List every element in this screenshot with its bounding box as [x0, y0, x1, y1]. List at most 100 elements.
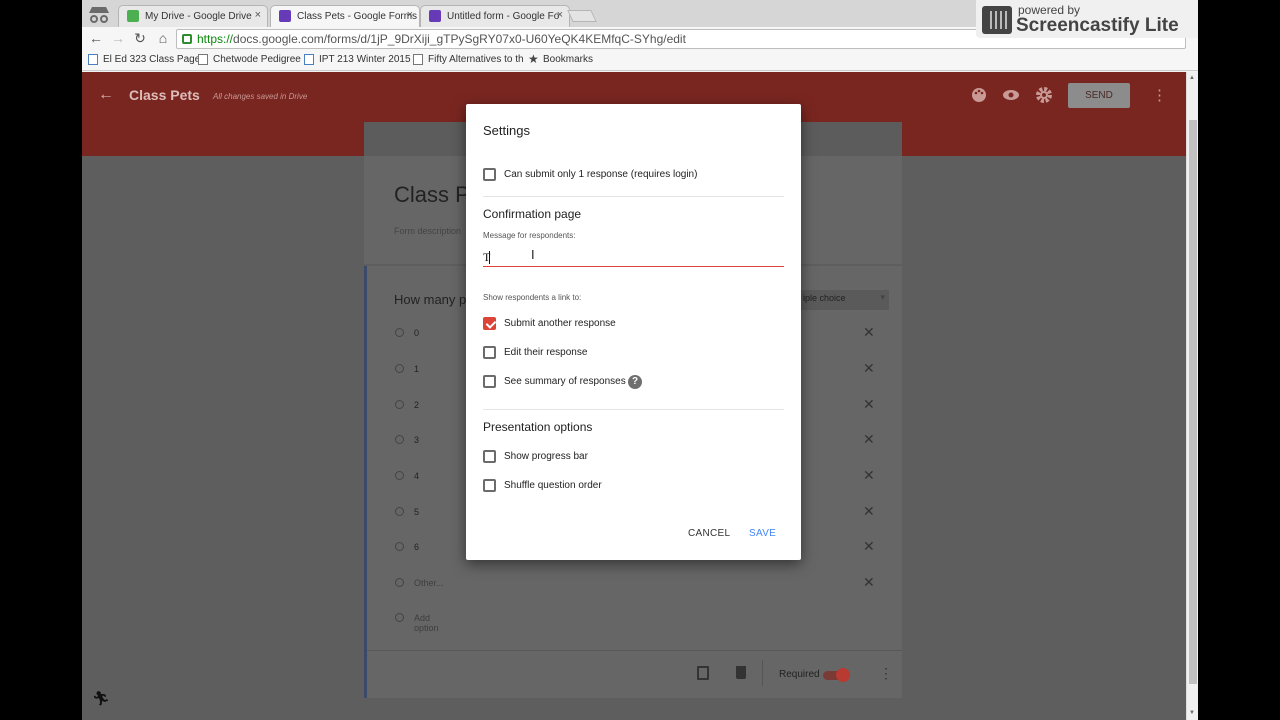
link-options-label: Show respondents a link to:: [483, 293, 582, 302]
dialog-title: Settings: [483, 123, 530, 138]
tab-my-drive[interactable]: My Drive - Google Drive ×: [118, 5, 268, 27]
close-tab-icon[interactable]: ×: [407, 9, 413, 21]
back-arrow-icon[interactable]: ←: [98, 86, 114, 104]
question-title[interactable]: How many p: [394, 292, 466, 307]
remove-option-icon[interactable]: ✕: [863, 574, 875, 591]
divider: [483, 409, 784, 410]
radio-icon: [395, 542, 404, 551]
close-tab-icon[interactable]: ×: [557, 9, 563, 21]
more-options-icon[interactable]: ⋮: [879, 665, 893, 682]
option-label[interactable]: 2: [414, 400, 419, 410]
bookmarks-bar: El Ed 323 Class Page Chetwode Pedigree I…: [82, 51, 1198, 71]
bookmark-el-ed-323[interactable]: El Ed 323 Class Page: [88, 54, 200, 65]
duplicate-icon[interactable]: [697, 666, 709, 680]
settings-dialog: Settings Can submit only 1 response (req…: [466, 104, 801, 560]
palette-icon[interactable]: [970, 86, 988, 104]
limit-one-response-checkbox[interactable]: [483, 168, 496, 181]
send-button[interactable]: SEND: [1068, 83, 1130, 108]
film-icon: [982, 6, 1012, 34]
shuffle-order-checkbox[interactable]: [483, 479, 496, 492]
progress-bar-checkbox[interactable]: [483, 450, 496, 463]
page-icon: [88, 54, 98, 65]
divider: [762, 660, 763, 686]
bookmark-chetwode[interactable]: Chetwode Pedigree: [198, 54, 301, 65]
form-description[interactable]: Form description: [394, 226, 461, 236]
page-icon: [198, 54, 208, 65]
option-label[interactable]: 5: [414, 507, 419, 517]
scroll-thumb[interactable]: [1189, 120, 1197, 684]
bookmark-ipt-213[interactable]: IPT 213 Winter 2015: [304, 54, 411, 65]
scroll-down-icon[interactable]: ▼: [1189, 710, 1195, 716]
star-icon: ★: [528, 52, 539, 66]
scroll-up-icon[interactable]: ▲: [1189, 75, 1195, 81]
submit-another-checkbox[interactable]: [483, 317, 496, 330]
bookmark-label: Fifty Alternatives to th: [428, 54, 524, 65]
limit-one-response-label[interactable]: Can submit only 1 response (requires log…: [504, 169, 697, 180]
forms-icon: [429, 10, 441, 22]
question-type-select[interactable]: iple choice: [799, 290, 889, 310]
bookmark-fifty-alternatives[interactable]: Fifty Alternatives to th: [413, 54, 524, 65]
bookmarks-folder[interactable]: ★ Bookmarks: [528, 52, 593, 66]
remove-option-icon[interactable]: ✕: [863, 431, 875, 448]
form-title-text[interactable]: Class P: [394, 182, 470, 208]
save-status: All changes saved in Drive: [213, 92, 308, 101]
divider: [367, 650, 902, 651]
add-option-link[interactable]: Add option: [414, 613, 439, 633]
reload-icon[interactable]: ↻: [131, 30, 149, 47]
more-options-icon[interactable]: ⋮: [1152, 86, 1167, 104]
option-label[interactable]: 0: [414, 328, 419, 338]
see-summary-checkbox[interactable]: [483, 375, 496, 388]
page-icon: [304, 54, 314, 65]
submit-another-label[interactable]: Submit another response: [504, 318, 616, 329]
tab-class-pets[interactable]: Class Pets - Google Forms ×: [270, 5, 420, 27]
radio-icon: [395, 400, 404, 409]
new-tab-button[interactable]: [567, 10, 597, 22]
help-icon[interactable]: ?: [628, 375, 642, 389]
option-label[interactable]: 3: [414, 435, 419, 445]
bookmark-label: El Ed 323 Class Page: [103, 54, 201, 65]
radio-icon: [395, 471, 404, 480]
edit-response-label[interactable]: Edit their response: [504, 347, 587, 358]
eye-icon[interactable]: [1002, 86, 1020, 104]
remove-option-icon[interactable]: ✕: [863, 467, 875, 484]
tab-label: Class Pets - Google Forms: [297, 11, 418, 22]
radio-icon: [395, 364, 404, 373]
option-label[interactable]: Other...: [414, 578, 444, 588]
text-cursor-icon: I: [531, 247, 535, 262]
radio-icon: [395, 507, 404, 516]
progress-bar-label[interactable]: Show progress bar: [504, 451, 588, 462]
remove-option-icon[interactable]: ✕: [863, 396, 875, 413]
remove-option-icon[interactable]: ✕: [863, 538, 875, 555]
tab-untitled-form[interactable]: Untitled form - Google Fo ×: [420, 5, 570, 27]
bookmark-label: IPT 213 Winter 2015: [319, 54, 411, 65]
remove-option-icon[interactable]: ✕: [863, 503, 875, 520]
incognito-icon: [89, 7, 109, 23]
home-icon[interactable]: ⌂: [154, 30, 172, 46]
gear-icon[interactable]: [1035, 86, 1053, 104]
remove-option-icon[interactable]: ✕: [863, 360, 875, 377]
lock-icon: [182, 34, 192, 44]
radio-icon: [395, 328, 404, 337]
option-label[interactable]: 6: [414, 542, 419, 552]
accessibility-icon: 🏃︎: [92, 690, 110, 706]
cancel-button[interactable]: CANCEL: [688, 528, 730, 539]
close-tab-icon[interactable]: ×: [255, 9, 261, 21]
trash-icon[interactable]: [736, 666, 746, 679]
save-button[interactable]: SAVE: [749, 528, 776, 539]
back-icon[interactable]: ←: [87, 30, 105, 46]
forward-icon[interactable]: →: [109, 30, 127, 46]
page-scrollbar[interactable]: ▲ ▼: [1186, 72, 1198, 720]
option-label[interactable]: 1: [414, 364, 419, 374]
confirmation-message-input[interactable]: [483, 248, 784, 267]
confirmation-heading: Confirmation page: [483, 207, 582, 221]
radio-icon: [395, 613, 404, 622]
edit-response-checkbox[interactable]: [483, 346, 496, 359]
divider: [483, 196, 784, 197]
required-toggle[interactable]: [823, 668, 850, 682]
option-label[interactable]: 4: [414, 471, 419, 481]
radio-icon: [395, 578, 404, 587]
see-summary-label[interactable]: See summary of responses: [504, 376, 626, 387]
remove-option-icon[interactable]: ✕: [863, 324, 875, 341]
shuffle-order-label[interactable]: Shuffle question order: [504, 480, 602, 491]
tab-label: My Drive - Google Drive: [145, 11, 252, 22]
